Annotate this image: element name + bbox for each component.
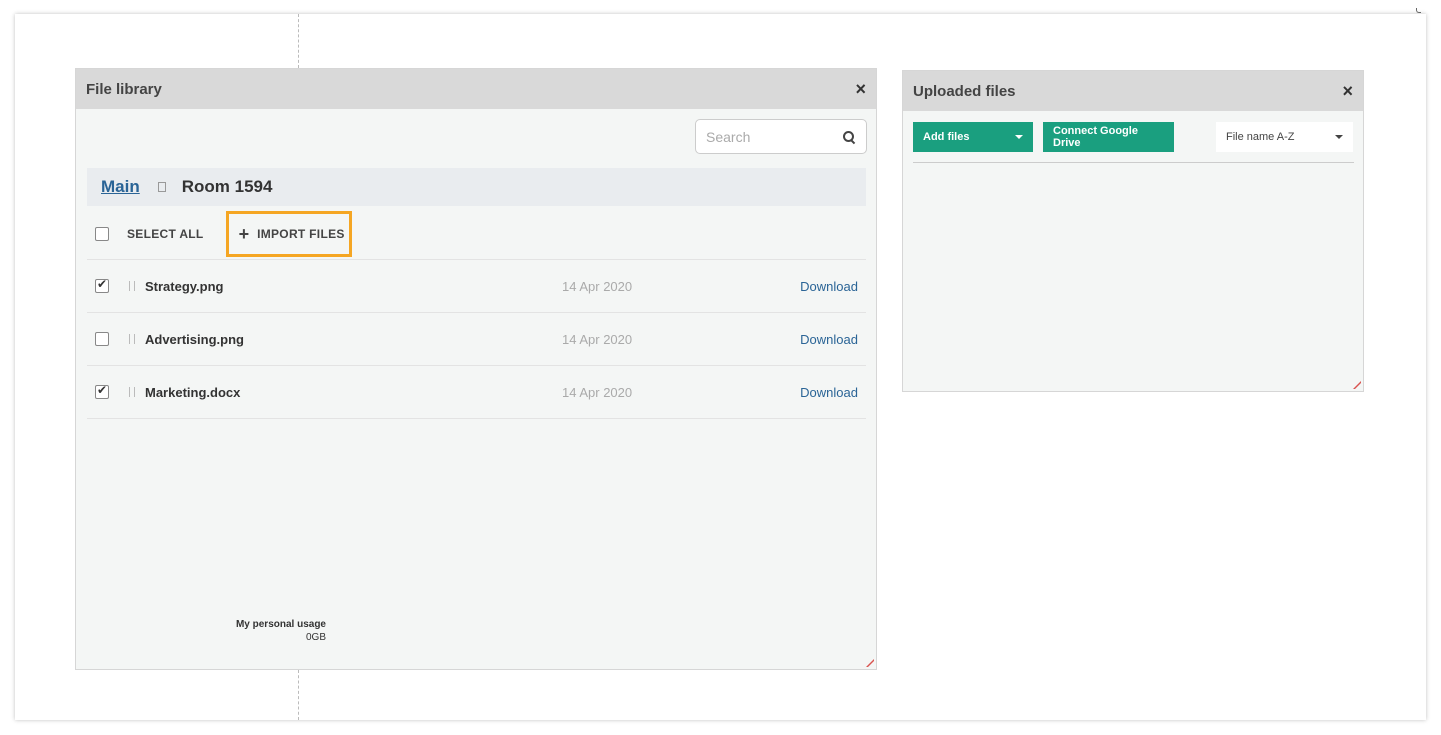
chevron-down-icon <box>1335 135 1343 139</box>
uploaded-toolbar: Add files Connect Google Drive File name… <box>913 122 1354 163</box>
search-input[interactable] <box>706 128 842 145</box>
drag-handle-icon[interactable] <box>129 334 135 344</box>
import-files-label: IMPORT FILES <box>257 227 345 241</box>
usage-value: 0GB <box>305 632 326 643</box>
usage-label: My personal usage <box>235 619 326 630</box>
select-all-checkbox[interactable] <box>95 227 109 241</box>
file-checkbox[interactable] <box>95 332 109 346</box>
file-row[interactable]: Strategy.png 14 Apr 2020 Download <box>87 260 866 313</box>
close-icon[interactable]: × <box>1342 82 1353 100</box>
add-files-label: Add files <box>923 131 970 143</box>
select-all-label[interactable]: SELECT ALL <box>127 227 204 241</box>
connect-google-drive-label: Connect Google Drive <box>1053 125 1138 149</box>
breadcrumb-root-link[interactable]: Main <box>101 177 140 197</box>
file-date: 14 Apr 2020 <box>562 278 633 294</box>
download-link[interactable]: Download <box>800 279 858 294</box>
file-name: Marketing.docx <box>145 384 241 400</box>
import-files-button[interactable]: + IMPORT FILES <box>225 211 352 257</box>
file-list: Strategy.png 14 Apr 2020 Download Advert… <box>87 260 866 419</box>
file-name: Advertising.png <box>145 331 244 347</box>
file-library-title: File library <box>86 80 162 98</box>
uploaded-files-header[interactable]: Uploaded files × <box>903 71 1363 111</box>
resize-handle-icon[interactable] <box>1353 381 1361 389</box>
file-library-window: File library × Main Room 1594 SELECT ALL… <box>75 68 877 670</box>
download-link[interactable]: Download <box>800 332 858 347</box>
file-date: 14 Apr 2020 <box>562 331 633 347</box>
file-checkbox[interactable] <box>95 383 109 399</box>
file-library-header[interactable]: File library × <box>76 69 876 109</box>
download-link[interactable]: Download <box>800 385 858 400</box>
uploaded-files-title: Uploaded files <box>913 82 1016 100</box>
close-icon[interactable]: × <box>855 80 866 98</box>
connect-google-drive-button[interactable]: Connect Google Drive <box>1043 122 1174 152</box>
breadcrumb-current: Room 1594 <box>181 177 273 196</box>
plus-icon: + <box>238 224 250 244</box>
guide-line-top <box>298 14 299 68</box>
folder-icon <box>157 182 166 192</box>
breadcrumb: Main Room 1594 <box>87 168 866 206</box>
sort-value: File name A-Z <box>1226 131 1295 143</box>
uploaded-files-window: Uploaded files × Add files Connect Googl… <box>902 70 1364 392</box>
library-toolbar: SELECT ALL + IMPORT FILES <box>87 209 866 260</box>
drag-handle-icon[interactable] <box>129 387 135 397</box>
add-files-button[interactable]: Add files <box>913 122 1033 152</box>
search-box[interactable] <box>695 119 867 154</box>
sort-select[interactable]: File name A-Z <box>1216 122 1353 152</box>
drag-handle-icon[interactable] <box>129 281 135 291</box>
guide-line-bottom <box>298 670 299 720</box>
search-icon[interactable] <box>842 130 856 144</box>
file-row[interactable]: Marketing.docx 14 Apr 2020 Download <box>87 366 866 419</box>
file-date: 14 Apr 2020 <box>562 384 633 400</box>
corner-mark <box>1416 8 1421 13</box>
file-checkbox[interactable] <box>95 277 109 293</box>
chevron-down-icon <box>1015 135 1023 139</box>
file-row[interactable]: Advertising.png 14 Apr 2020 Download <box>87 313 866 366</box>
personal-usage: My personal usage 0GB <box>216 619 326 643</box>
file-name: Strategy.png <box>145 278 224 294</box>
resize-handle-icon[interactable] <box>866 659 874 667</box>
